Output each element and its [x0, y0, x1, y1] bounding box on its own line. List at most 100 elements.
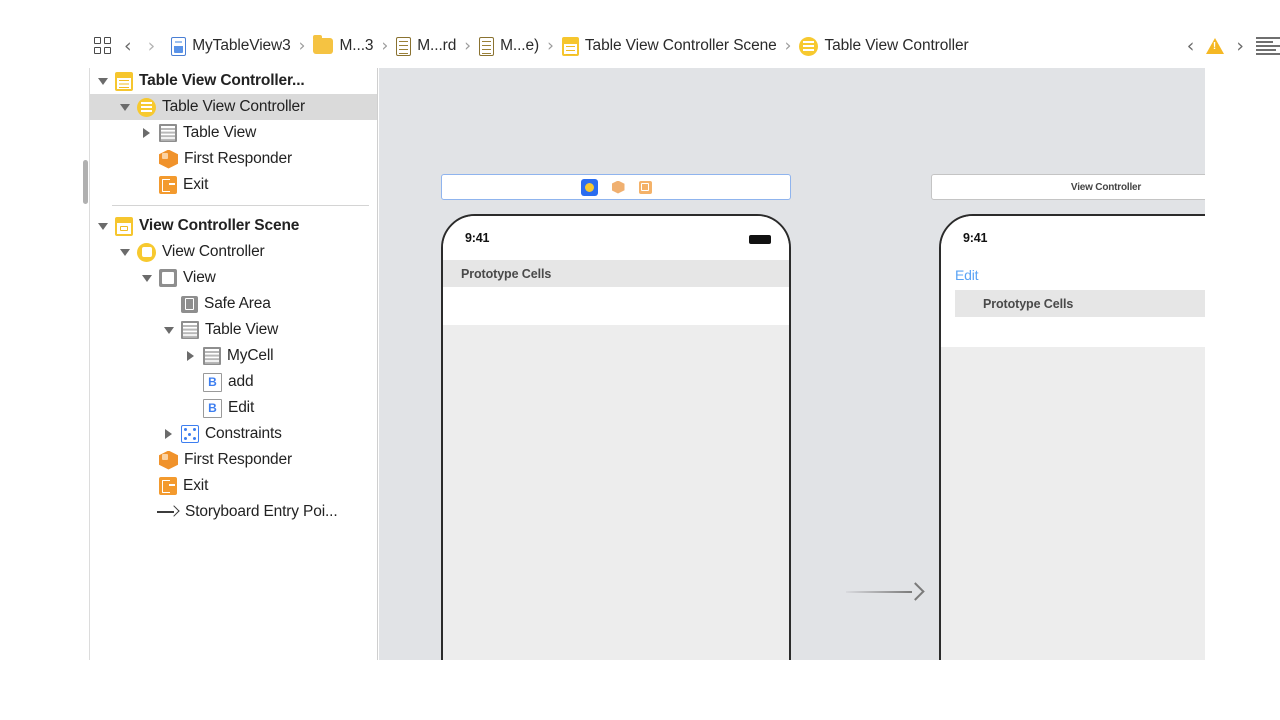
breadcrumb-label: MyTableView3 — [192, 37, 290, 55]
chevron-left-icon[interactable]: ‹ — [124, 37, 132, 56]
swift-project-icon — [171, 37, 186, 56]
disclosure-triangle-icon[interactable] — [140, 128, 153, 138]
xcode-interface-builder-window: ‹ › MyTableView3 › M...3 › M...rd › M...… — [0, 0, 1280, 720]
status-bar: 9:41 — [443, 216, 789, 260]
outline-row-label: Constraints — [205, 425, 282, 443]
scene-dock-view-controller[interactable]: View Controller — [931, 174, 1205, 200]
outline-row-safe-area[interactable]: Safe Area — [90, 291, 377, 317]
document-outline: Table View Controller... Table View Cont… — [90, 68, 378, 660]
first-responder-dock-icon[interactable] — [612, 181, 625, 194]
outline-row-edit-button[interactable]: B Edit — [90, 395, 377, 421]
breadcrumb-item-controller[interactable]: Table View Controller — [799, 37, 968, 56]
first-responder-icon — [159, 451, 178, 470]
prototype-cells-label: Prototype Cells — [983, 297, 1073, 311]
outline-row-label: View Controller — [162, 243, 265, 261]
breadcrumb: MyTableView3 › M...3 › M...rd › M...e) ›… — [171, 37, 1173, 56]
scene-preview-table-view-controller[interactable]: 9:41 Prototype Cells Table View Prototyp… — [441, 214, 791, 660]
disclosure-triangle-icon[interactable] — [140, 275, 153, 282]
safe-area-icon — [181, 296, 198, 313]
disclosure-triangle-icon[interactable] — [118, 104, 131, 111]
status-bar-time: 9:41 — [465, 231, 489, 245]
outline-row-mycell[interactable]: MyCell — [90, 343, 377, 369]
outline-row-label: Table View — [183, 124, 256, 142]
scene-dock-table-view-controller[interactable] — [441, 174, 791, 200]
disclosure-triangle-icon[interactable] — [96, 223, 109, 230]
outline-row-label: First Responder — [184, 451, 292, 469]
prototype-cells-label: Prototype Cells — [461, 267, 551, 281]
outline-row-label: MyCell — [227, 347, 273, 365]
outline-row-label: View Controller Scene — [139, 217, 299, 235]
breadcrumb-separator: › — [785, 38, 792, 55]
jump-bar: ‹ › MyTableView3 › M...3 › M...rd › M...… — [90, 26, 1280, 66]
outline-row-view-controller[interactable]: View Controller — [90, 239, 377, 265]
status-bar: 9:41 — [941, 216, 1205, 260]
outline-row-label: Exit — [183, 477, 208, 495]
breadcrumb-item-project[interactable]: MyTableView3 — [171, 37, 290, 56]
table-view-controller-icon — [137, 98, 156, 117]
related-items-icon[interactable] — [90, 33, 116, 59]
bar-button-item-icon: B — [203, 399, 222, 418]
first-responder-icon — [159, 150, 178, 169]
view-icon — [159, 269, 177, 287]
outline-row-view[interactable]: View — [90, 265, 377, 291]
breadcrumb-separator: › — [299, 38, 306, 55]
breadcrumb-label: M...rd — [417, 37, 456, 55]
view-controller-scene-icon — [115, 217, 133, 236]
breadcrumb-item-scene[interactable]: Table View Controller Scene — [562, 37, 777, 56]
outline-row-table-view-controller[interactable]: Table View Controller — [90, 94, 377, 120]
issue-navigator-controls: ‹ › — [1187, 37, 1280, 56]
outline-row-exit-2[interactable]: Exit — [90, 473, 377, 499]
prototype-cell-row[interactable] — [941, 317, 1205, 347]
bar-button-glyph: B — [208, 376, 217, 388]
outline-row-first-responder-2[interactable]: First Responder — [90, 447, 377, 473]
table-view-icon — [159, 124, 177, 142]
view-controller-icon — [137, 243, 156, 262]
outline-row-label: Table View Controller... — [139, 72, 305, 90]
scene-dock-title: View Controller — [932, 182, 1205, 193]
prototype-cell-row[interactable] — [443, 287, 789, 325]
breadcrumb-label: Table View Controller Scene — [585, 37, 777, 55]
outline-row-view-controller-scene[interactable]: View Controller Scene — [90, 213, 377, 239]
view-controller-dock-icon[interactable] — [581, 179, 598, 196]
disclosure-triangle-icon[interactable] — [162, 327, 175, 334]
exit-dock-icon[interactable] — [639, 181, 652, 194]
editor-lines-icon[interactable] — [1256, 37, 1280, 55]
warning-triangle-icon[interactable] — [1206, 38, 1224, 54]
exit-icon — [159, 477, 177, 495]
disclosure-triangle-icon[interactable] — [96, 78, 109, 85]
outline-row-table-view-nested[interactable]: Table View — [90, 317, 377, 343]
breadcrumb-separator: › — [547, 38, 554, 55]
outline-row-table-view[interactable]: Table View — [90, 120, 377, 146]
outline-row-label: Safe Area — [204, 295, 271, 313]
scene-preview-view-controller[interactable]: 9:41 Edit Prototype Cells Table View Pro… — [939, 214, 1205, 660]
breadcrumb-item-document-2[interactable]: M...e) — [479, 37, 539, 56]
storyboard-scene-icon — [562, 37, 579, 56]
outline-row-exit[interactable]: Exit — [90, 172, 377, 198]
outline-row-label: Table View Controller — [162, 98, 305, 116]
table-view-body[interactable]: Table View Prototype Content — [941, 347, 1205, 660]
navigation-arrows: ‹ › — [124, 37, 155, 56]
segue-arrow-icon[interactable] — [846, 582, 926, 602]
chevron-right-icon[interactable]: › — [148, 37, 156, 56]
outline-row-add-button[interactable]: B add — [90, 369, 377, 395]
prototype-cells-header: Prototype Cells — [443, 260, 789, 287]
disclosure-triangle-icon[interactable] — [184, 351, 197, 361]
outline-row-table-view-controller-scene[interactable]: Table View Controller... — [90, 68, 377, 94]
table-view-icon — [181, 321, 199, 339]
table-view-body[interactable]: Table View Prototype Content — [443, 325, 789, 660]
outline-row-first-responder[interactable]: First Responder — [90, 146, 377, 172]
breadcrumb-item-document-1[interactable]: M...rd — [396, 37, 456, 56]
disclosure-triangle-icon[interactable] — [118, 249, 131, 256]
chevron-left-icon[interactable]: ‹ — [1187, 37, 1195, 56]
edit-button-label: Edit — [955, 267, 978, 283]
storyboard-canvas[interactable]: View Controller 9:41 Prototype Cells Tab… — [379, 68, 1205, 660]
prototype-cells-header: Prototype Cells — [955, 290, 1205, 317]
breadcrumb-item-folder[interactable]: M...3 — [313, 37, 373, 55]
outline-row-storyboard-entry-point[interactable]: Storyboard Entry Poi... — [90, 499, 377, 525]
edit-bar-button[interactable]: Edit — [941, 260, 1205, 290]
outline-row-constraints[interactable]: Constraints — [90, 421, 377, 447]
outline-row-label: View — [183, 269, 216, 287]
disclosure-triangle-icon[interactable] — [162, 429, 175, 439]
outline-scrollbar[interactable] — [83, 160, 88, 204]
chevron-right-icon[interactable]: › — [1236, 37, 1244, 56]
